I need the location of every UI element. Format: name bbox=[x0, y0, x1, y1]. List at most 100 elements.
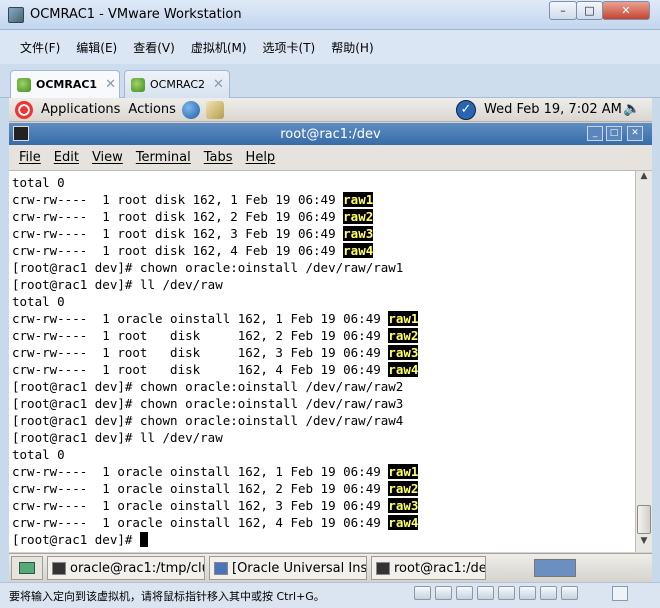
tab-ocmrac1[interactable]: OCMRAC1 ✕ bbox=[10, 70, 120, 98]
terminal-title: root@rac1:/dev bbox=[280, 126, 381, 142]
scroll-thumb[interactable] bbox=[637, 505, 651, 534]
terminal-prompt-line[interactable]: [root@rac1 dev]# bbox=[12, 531, 635, 548]
terminal-menu-file[interactable]: File bbox=[19, 150, 41, 165]
vmware-icon bbox=[8, 6, 24, 23]
raw-device-name: raw3 bbox=[343, 226, 374, 241]
terminal-line: [root@rac1 dev]# chown oracle:oinstall /… bbox=[12, 396, 404, 411]
hard-disk-icon[interactable] bbox=[435, 586, 452, 600]
terminal-icon[interactable] bbox=[13, 126, 29, 141]
terminal-line: crw-rw---- 1 root disk 162, 3 Feb 19 06:… bbox=[12, 226, 374, 241]
terminal-output[interactable]: total 0 crw-rw---- 1 root disk 162, 1 Feb… bbox=[9, 171, 635, 552]
maximize-button[interactable]: □ bbox=[576, 1, 603, 20]
message-log-icon[interactable] bbox=[612, 586, 628, 601]
hard-disk-icon[interactable] bbox=[498, 586, 515, 600]
panel-clock[interactable]: Wed Feb 19, 7:02 AM bbox=[484, 102, 622, 117]
workspace-switcher[interactable] bbox=[534, 559, 576, 577]
text-cursor bbox=[139, 532, 148, 547]
terminal-menu-edit[interactable]: Edit bbox=[54, 150, 79, 165]
terminal-line: total 0 bbox=[12, 447, 65, 462]
terminal-menu-tabs[interactable]: Tabs bbox=[204, 150, 233, 165]
terminal-menu-terminal[interactable]: Terminal bbox=[136, 150, 191, 165]
terminal-line: crw-rw---- 1 oracle oinstall 162, 2 Feb … bbox=[12, 481, 419, 496]
tab-close-icon[interactable]: ✕ bbox=[105, 77, 116, 92]
menu-vm[interactable]: 虚拟机(M) bbox=[191, 39, 247, 56]
show-desktop-button[interactable] bbox=[11, 556, 43, 580]
window-title: OCMRAC1 - VMware Workstation bbox=[30, 7, 242, 22]
guest-screen[interactable]: Applications Actions ✓ Wed Feb 19, 7:02 … bbox=[9, 98, 652, 582]
menu-edit[interactable]: 编辑(E) bbox=[76, 39, 117, 56]
network-icon[interactable] bbox=[540, 586, 557, 600]
gnome-foot-icon[interactable] bbox=[15, 100, 33, 119]
gnome-bottom-panel: oracle@rac1:/tmp/clust [Oracle Universal… bbox=[9, 553, 652, 582]
status-message: 要将输入定向到该虚拟机，请将鼠标指针移入其中或按 Ctrl+G。 bbox=[9, 589, 325, 603]
minimize-button[interactable]: – bbox=[549, 1, 577, 20]
raw-device-name: raw3 bbox=[388, 345, 419, 360]
network-icon[interactable] bbox=[561, 586, 578, 600]
gnome-top-panel: Applications Actions ✓ Wed Feb 19, 7:02 … bbox=[9, 98, 652, 122]
tab-ocmrac2[interactable]: OCMRAC2 ✕ bbox=[124, 70, 230, 98]
hard-disk-icon[interactable] bbox=[519, 586, 536, 600]
terminal-line: crw-rw---- 1 oracle oinstall 162, 1 Feb … bbox=[12, 464, 419, 479]
terminal-close-button[interactable]: ✕ bbox=[627, 126, 643, 141]
raw-device-name: raw2 bbox=[388, 481, 419, 496]
terminal-line: crw-rw---- 1 oracle oinstall 162, 1 Feb … bbox=[12, 311, 419, 326]
email-icon[interactable] bbox=[205, 100, 224, 119]
scroll-up-icon[interactable]: ▲ bbox=[636, 171, 652, 187]
raw-device-name: raw3 bbox=[388, 498, 419, 513]
raw-device-name: raw4 bbox=[388, 515, 419, 530]
terminal-maximize-button[interactable]: □ bbox=[606, 126, 622, 141]
terminal-menu-help[interactable]: Help bbox=[246, 150, 276, 165]
raw-device-name: raw1 bbox=[343, 192, 374, 207]
taskbar-label: [Oracle Universal Instal bbox=[232, 560, 367, 576]
taskbar-label: oracle@rac1:/tmp/clust bbox=[70, 560, 204, 576]
menu-help[interactable]: 帮助(H) bbox=[331, 39, 373, 56]
menu-file[interactable]: 文件(F) bbox=[20, 39, 60, 56]
tab-close-icon[interactable]: ✕ bbox=[213, 77, 224, 92]
terminal-scrollbar[interactable]: ▲ ▼ bbox=[635, 171, 652, 552]
menu-tabs[interactable]: 选项卡(T) bbox=[263, 39, 316, 56]
hard-disk-icon[interactable] bbox=[456, 586, 473, 600]
web-browser-icon[interactable] bbox=[181, 100, 200, 119]
terminal-line: [root@rac1 dev]# chown oracle:oinstall /… bbox=[12, 260, 404, 275]
terminal-line: [root@rac1 dev]# chown oracle:oinstall /… bbox=[12, 413, 404, 428]
scroll-down-icon[interactable]: ▼ bbox=[636, 536, 652, 552]
installer-icon bbox=[214, 561, 228, 575]
menubar: 文件(F) 编辑(E) 查看(V) 虚拟机(M) 选项卡(T) 帮助(H) bbox=[0, 30, 660, 64]
terminal-icon bbox=[376, 561, 390, 575]
tab-label: OCMRAC2 bbox=[150, 78, 206, 91]
terminal-line: crw-rw---- 1 root disk 162, 1 Feb 19 06:… bbox=[12, 192, 374, 207]
taskbar-label: root@rac1:/dev bbox=[394, 560, 486, 576]
terminal-line: crw-rw---- 1 root disk 162, 4 Feb 19 06:… bbox=[12, 362, 419, 377]
terminal-line: [root@rac1 dev]# ll /dev/raw bbox=[12, 430, 223, 445]
terminal-menu-view[interactable]: View bbox=[92, 150, 123, 165]
terminal-line: crw-rw---- 1 root disk 162, 4 Feb 19 06:… bbox=[12, 243, 374, 258]
terminal-line: [root@rac1 dev]# ll /dev/raw bbox=[12, 277, 223, 292]
update-check-icon[interactable]: ✓ bbox=[456, 100, 476, 120]
close-button[interactable]: ✕ bbox=[602, 1, 650, 20]
hard-disk-icon[interactable] bbox=[477, 586, 494, 600]
terminal-line: total 0 bbox=[12, 294, 65, 309]
actions-menu[interactable]: Actions bbox=[128, 102, 176, 117]
terminal-line: crw-rw---- 1 root disk 162, 2 Feb 19 06:… bbox=[12, 328, 419, 343]
terminal-menubar: File Edit View Terminal Tabs Help bbox=[9, 145, 652, 171]
taskbar-item-dev[interactable]: root@rac1:/dev bbox=[371, 556, 486, 580]
raw-device-name: raw4 bbox=[388, 362, 419, 377]
applications-menu[interactable]: Applications bbox=[41, 102, 120, 117]
device-icons bbox=[414, 586, 582, 600]
terminal-line: crw-rw---- 1 root disk 162, 2 Feb 19 06:… bbox=[12, 209, 374, 224]
tab-label: OCMRAC1 bbox=[36, 78, 98, 91]
terminal-minimize-button[interactable]: _ bbox=[587, 126, 603, 141]
raw-device-name: raw2 bbox=[388, 328, 419, 343]
vm-icon bbox=[131, 77, 145, 92]
taskbar-item-clust[interactable]: oracle@rac1:/tmp/clust bbox=[47, 556, 205, 580]
taskbar-item-installer[interactable]: [Oracle Universal Instal bbox=[209, 556, 367, 580]
menu-view[interactable]: 查看(V) bbox=[133, 39, 175, 56]
vm-tabbar: OCMRAC1 ✕ OCMRAC2 ✕ bbox=[0, 64, 660, 98]
volume-icon[interactable]: 🔈 bbox=[623, 101, 640, 117]
terminal-line: crw-rw---- 1 root disk 162, 3 Feb 19 06:… bbox=[12, 345, 419, 360]
raw-device-name: raw1 bbox=[388, 464, 419, 479]
raw-device-name: raw4 bbox=[343, 243, 374, 258]
terminal-line: [root@rac1 dev]# chown oracle:oinstall /… bbox=[12, 379, 404, 394]
desktop-icon bbox=[19, 562, 35, 574]
hard-disk-icon[interactable] bbox=[414, 586, 431, 600]
